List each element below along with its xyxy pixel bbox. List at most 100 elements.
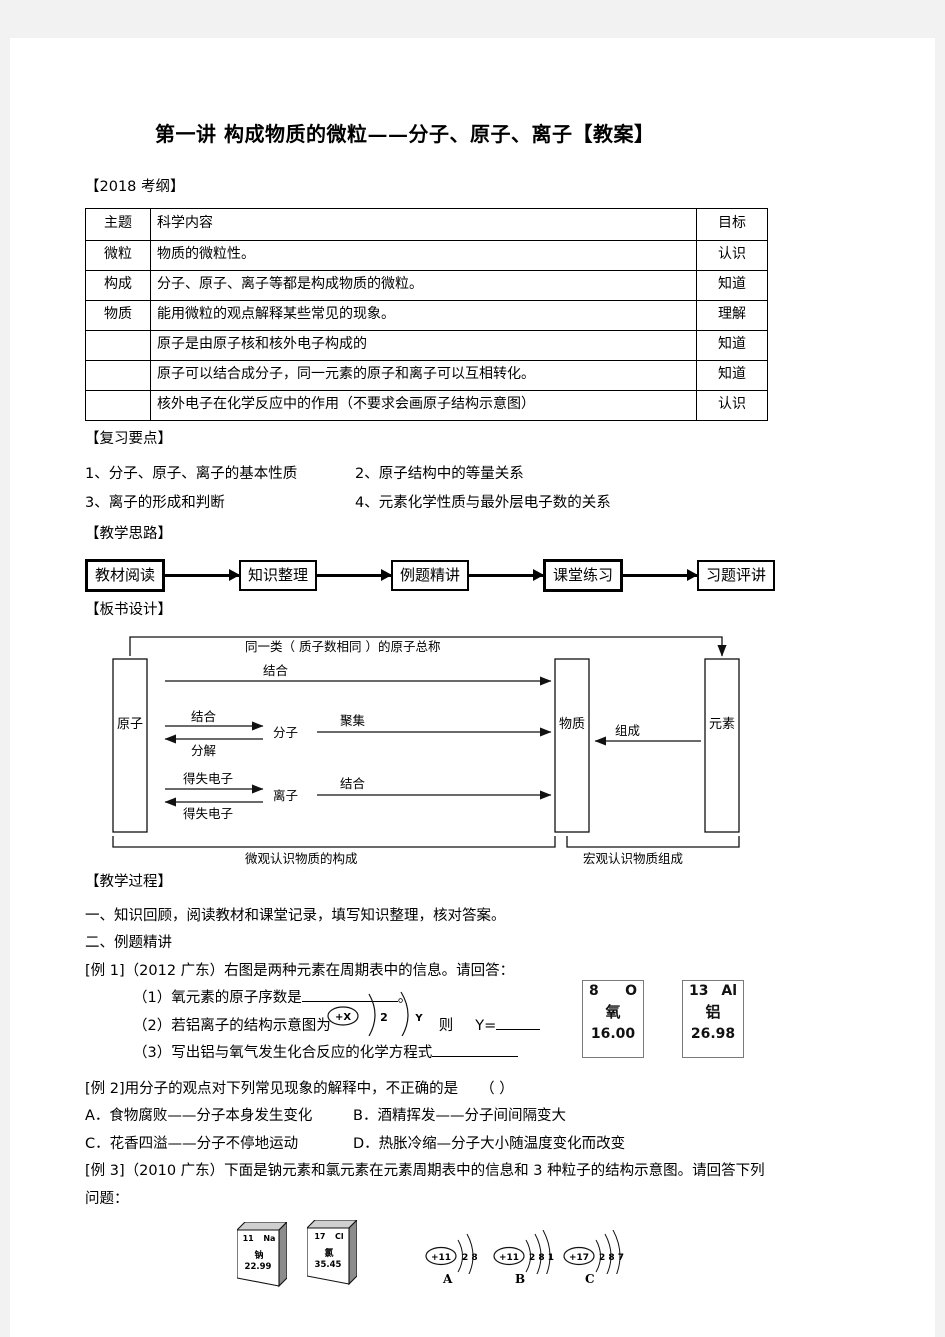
atom-shell-icon: +11 2 8 1	[493, 1229, 554, 1282]
particle-label-a: A	[443, 1271, 453, 1286]
shell-electrons: 2 8	[462, 1253, 478, 1263]
example-1-q1: （1）氧元素的原子序数是。	[133, 985, 875, 1013]
header-content: 科学内容	[150, 207, 697, 241]
arrow-label-gain-lose-2: 得失电子	[183, 806, 234, 821]
element-chinese-name: 氧	[605, 1002, 621, 1021]
element-symbol: Cl	[335, 1231, 344, 1241]
ion-shell-2: Y	[414, 1013, 423, 1024]
element-card-top-row: 11 Na	[240, 1234, 278, 1243]
row-goal: 知道	[696, 359, 768, 391]
topic-spacer	[85, 359, 151, 391]
example-2-option-b[interactable]: B．酒精挥发——分子间间隔变大	[353, 1108, 566, 1124]
element-symbol: O	[625, 982, 637, 999]
bracket-label-micro: 微观认识物质的构成	[245, 851, 358, 866]
example-3-stem-line-2: 问题：	[85, 1191, 129, 1208]
example-3: [例 3]（2010 广东）下面是钠元素和氯元素在元素周期表中的信息和 3 种粒…	[85, 1158, 875, 1320]
example-1-stem: [例 1]（2012 广东）右图是两种元素在周期表中的信息。请回答：	[85, 962, 515, 979]
nucleus-charge: +17	[569, 1253, 589, 1263]
q3-text: （3）写出铝与氧气发生化合反应的化学方程式	[133, 1045, 433, 1062]
flow-arrow-icon	[317, 568, 392, 581]
particle-structure-a: +11 2 8 A	[425, 1230, 495, 1286]
arrow-label-decompose: 分解	[191, 743, 217, 758]
particle-structure-b: +11 2 8 1 B	[493, 1229, 563, 1286]
svg-text:+X: +X	[335, 1012, 351, 1023]
element-card-top-row: 17 Cl	[310, 1232, 348, 1241]
arrow-label-compose: 组成	[615, 723, 641, 738]
row-goal: 知道	[696, 269, 768, 301]
table-row: 物质 能用微粒的观点解释某些常见的现象。 理解	[85, 299, 768, 331]
table-row: 核外电子在化学反应中的作用（不要求会画原子结构示意图） 认识	[85, 389, 768, 421]
arrow-label-gain-lose-1: 得失电子	[183, 771, 234, 786]
header-goal: 目标	[696, 207, 768, 241]
flow-arrow-icon	[623, 568, 698, 581]
element-atomic-number: 11	[242, 1233, 254, 1243]
element-chinese-name: 氯	[324, 1248, 334, 1259]
board-node-molecule: 分子	[273, 725, 299, 740]
row-content: 原子是由原子核和核外电子构成的	[150, 329, 697, 361]
element-symbol: Al	[721, 982, 737, 999]
example-3-stem-line-1: [例 3]（2010 广东）下面是钠元素和氯元素在元素周期表中的信息和 3 种粒…	[85, 1163, 765, 1180]
q1-text: （1）氧元素的原子序数是	[133, 990, 302, 1007]
element-card-top-row: 13 Al	[683, 981, 743, 999]
example-2-answer-bracket[interactable]: （ ）	[480, 1081, 514, 1097]
document-page: 第一讲 构成物质的微粒——分子、原子、离子【教案】 【2018 考纲】 主题 科…	[10, 38, 935, 1337]
document-content: 第一讲 构成物质的微粒——分子、原子、离子【教案】 【2018 考纲】 主题 科…	[85, 118, 875, 1321]
flow-step-2: 知识整理	[239, 559, 318, 591]
review-item-4: 4、元素化学性质与最外层电子数的关系	[355, 494, 611, 511]
element-card-oxygen: 8 O 氧 16.00	[582, 979, 644, 1058]
element-atomic-mass: 26.98	[690, 1025, 736, 1042]
example-2-stem-row: [例 2]用分子的观点对下列常见现象的解释中，不正确的是 （ ）	[85, 1076, 875, 1104]
row-content: 能用微粒的观点解释某些常见的现象。	[150, 299, 697, 331]
table-row: 原子可以结合成分子，同一元素的原子和离子可以互相转化。 知道	[85, 359, 768, 391]
arrow-label-combine-top: 结合	[263, 663, 289, 678]
particle-label-c: C	[585, 1271, 595, 1286]
particle-label-b: B	[515, 1271, 526, 1286]
table-row: 原子是由原子核和核外电子构成的 知道	[85, 329, 768, 361]
element-card-aluminium: 13 Al 铝 26.98	[682, 979, 744, 1058]
shell-electrons: 2 8 7	[599, 1253, 624, 1263]
ion-shell-1: 2	[380, 1011, 388, 1024]
atom-shell-icon: +17 2 8 7	[563, 1229, 624, 1282]
arrow-label-combine-ion: 结合	[340, 776, 366, 791]
element-atomic-number: 8	[589, 982, 599, 999]
q2-text: （2）若铝离子的结构示意图为	[133, 1017, 331, 1034]
flow-step-3: 例题精讲	[391, 559, 470, 591]
example-2-stem: [例 2]用分子的观点对下列常见现象的解释中，不正确的是	[85, 1080, 459, 1097]
atom-shell-icon: +11 2 8	[425, 1233, 478, 1278]
topic-line-2: 构成	[85, 269, 151, 301]
element-chinese-name: 钠	[254, 1250, 264, 1261]
topic-spacer	[85, 329, 151, 361]
board-design-heading: 【板书设计】	[85, 602, 172, 619]
example-2: [例 2]用分子的观点对下列常见现象的解释中，不正确的是 （ ） A．食物腐败——…	[85, 1076, 875, 1159]
row-content: 物质的微粒性。	[150, 239, 697, 271]
flow-step-1: 教材阅读	[85, 558, 166, 592]
header-topic: 主题	[85, 207, 151, 241]
row-content: 核外电子在化学反应中的作用（不要求会画原子结构示意图）	[150, 389, 697, 421]
arrow-label-combine-mol: 结合	[191, 709, 217, 724]
q2-answer-blank[interactable]	[496, 1028, 541, 1030]
board-box-element: 元素	[709, 717, 736, 732]
example-2-options-row-1: A．食物腐败——分子本身发生变化 B．酒精挥发——分子间间隔变大	[85, 1103, 875, 1131]
teaching-flow-diagram: 教材阅读 知识整理 例题精讲 课堂练习 习题评讲	[85, 554, 776, 596]
example-1: [例 1]（2012 广东）右图是两种元素在周期表中的信息。请回答： （1）氧元…	[85, 958, 875, 1076]
teaching-flow-heading: 【教学思路】	[85, 525, 172, 542]
board-diagram-svg	[112, 636, 740, 848]
q3-answer-blank[interactable]	[432, 1056, 519, 1058]
example-2-options-row-2: C．花香四溢——分子不停地运动 D．热胀冷缩—分子大小随温度变化而改变	[85, 1131, 875, 1159]
example-2-option-a[interactable]: A．食物腐败——分子本身发生变化	[85, 1103, 353, 1131]
review-heading: 【复习要点】	[85, 430, 172, 447]
table-row: 构成 分子、原子、离子等都是构成物质的微粒。 知道	[85, 269, 768, 301]
element-atomic-mass: 35.45	[314, 1259, 342, 1270]
review-item-1: 1、分子、原子、离子的基本性质	[85, 465, 298, 482]
table-row: 微粒 物质的微粒性。 认识	[85, 239, 768, 271]
review-item-2: 2、原子结构中的等量关系	[355, 465, 524, 482]
review-list: 1、分子、原子、离子的基本性质 2、原子结构中的等量关系 3、离子的形成和判断 …	[85, 460, 875, 518]
example-2-option-c[interactable]: C．花香四溢——分子不停地运动	[85, 1131, 353, 1159]
example-2-option-d[interactable]: D．热胀冷缩—分子大小随温度变化而改变	[353, 1136, 625, 1152]
element-atomic-number: 17	[314, 1231, 326, 1241]
syllabus-heading: 【2018 考纲】	[85, 179, 185, 195]
example-3-figures: 11 Na 钠 22.99 17 Cl 氯 35.45 +11 2 8 A +1…	[85, 1216, 875, 1321]
aluminium-ion-structure-icon: +X 2 Y	[327, 991, 423, 1036]
shell-electrons: 2 8 1	[529, 1253, 554, 1263]
review-row: 3、离子的形成和判断 4、元素化学性质与最外层电子数的关系	[85, 489, 875, 518]
